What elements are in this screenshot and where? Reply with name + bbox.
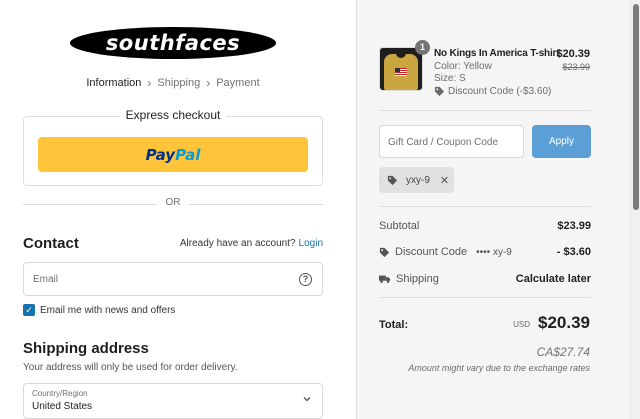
brand-logo-text: southfaces [105,31,241,55]
express-checkout-label: Express checkout [0,108,346,122]
total-currency: USD [513,320,530,329]
country-select[interactable]: Country/Region United States [23,383,323,419]
paypal-logo-part: Pal [175,145,201,164]
product-size: Size: S [434,73,466,84]
tshirt-image [384,50,418,90]
country-label: Country/Region [32,389,88,398]
newsletter-option[interactable]: ✓ Email me with news and offers [23,304,175,316]
shipping-subtext: Your address will only be used for order… [23,362,238,373]
subtotal-row: Subtotal $23.99 [379,220,591,232]
shipping-value: Calculate later [515,273,591,285]
product-name: No Kings In America T-shirt [434,48,560,59]
chevron-right-icon: › [147,76,152,90]
subtotal-value: $23.99 [557,220,591,232]
divider [379,110,591,111]
discount-label: Discount Code [395,246,468,258]
product-discount: Discount Code (-$3.60) [434,86,551,97]
divider [379,297,591,298]
account-prompt: Already have an account? Login [180,238,323,249]
or-text: OR [165,197,181,208]
tag-icon [379,247,390,257]
contact-heading: Contact [23,235,79,252]
subtotal-label: Subtotal [379,220,420,232]
order-summary-panel: 1 No Kings In America T-shirt Color: Yel… [356,0,640,419]
paypal-logo-part: Pay [145,145,176,164]
discount-row: Discount Code •••• xy-9 - $3.60 [379,246,591,258]
breadcrumb: Information › Shipping › Payment [0,76,346,90]
product-original-price: $23.99 [562,62,590,72]
discount-code-masked: •••• xy-9 [476,246,512,258]
login-link[interactable]: Login [299,238,323,249]
scrollbar[interactable] [630,0,640,419]
close-icon[interactable]: ✕ [440,174,449,187]
total-value: $20.39 [538,313,590,332]
converted-total: CA$27.74 [536,345,590,359]
country-value: United States [32,401,93,412]
paypal-button[interactable]: Pay Pal [38,137,308,172]
breadcrumb-shipping: Shipping [157,77,201,89]
newsletter-checkbox[interactable]: ✓ [23,304,35,316]
apply-button[interactable]: Apply [532,125,591,158]
account-prompt-text: Already have an account? [179,238,296,249]
tag-icon [434,86,445,97]
breadcrumb-information[interactable]: Information [86,77,141,89]
flag-graphic [395,68,407,76]
divider [379,206,591,207]
coupon-placeholder: Gift Card / Coupon Code [388,137,499,148]
scrollbar-thumb[interactable] [633,4,639,210]
product-price: $20.39 [556,48,590,60]
quantity-badge: 1 [415,40,430,55]
or-divider: OR [23,197,323,211]
help-icon[interactable]: ? [299,273,312,286]
coupon-input[interactable]: Gift Card / Coupon Code [379,125,524,158]
product-discount-text: Discount Code (-$3.60) [448,86,552,97]
brand-logo[interactable]: southfaces [70,27,276,59]
truck-icon [379,275,391,283]
product-color: Color: Yellow [434,61,492,72]
newsletter-label: Email me with news and offers [40,304,176,316]
shipping-row: Shipping Calculate later [379,273,591,285]
discount-value: - $3.60 [556,246,591,258]
email-placeholder: Email [33,274,59,285]
breadcrumb-payment: Payment [216,77,260,89]
chevron-down-icon [302,394,312,407]
email-field[interactable]: Email ? [23,262,323,296]
exchange-note: Amount might vary due to the exchange ra… [408,363,590,373]
product-thumbnail: 1 [379,40,430,91]
chevron-right-icon: › [206,76,211,90]
total-label: Total: [379,319,409,331]
shipping-label: Shipping [396,273,439,285]
checkout-form-panel: southfaces Information › Shipping › Paym… [0,0,356,419]
tag-icon [387,175,398,185]
applied-code-text: yxy-9 [406,174,430,186]
shipping-heading: Shipping address [23,340,149,357]
applied-code-chip: yxy-9 ✕ [379,167,454,193]
